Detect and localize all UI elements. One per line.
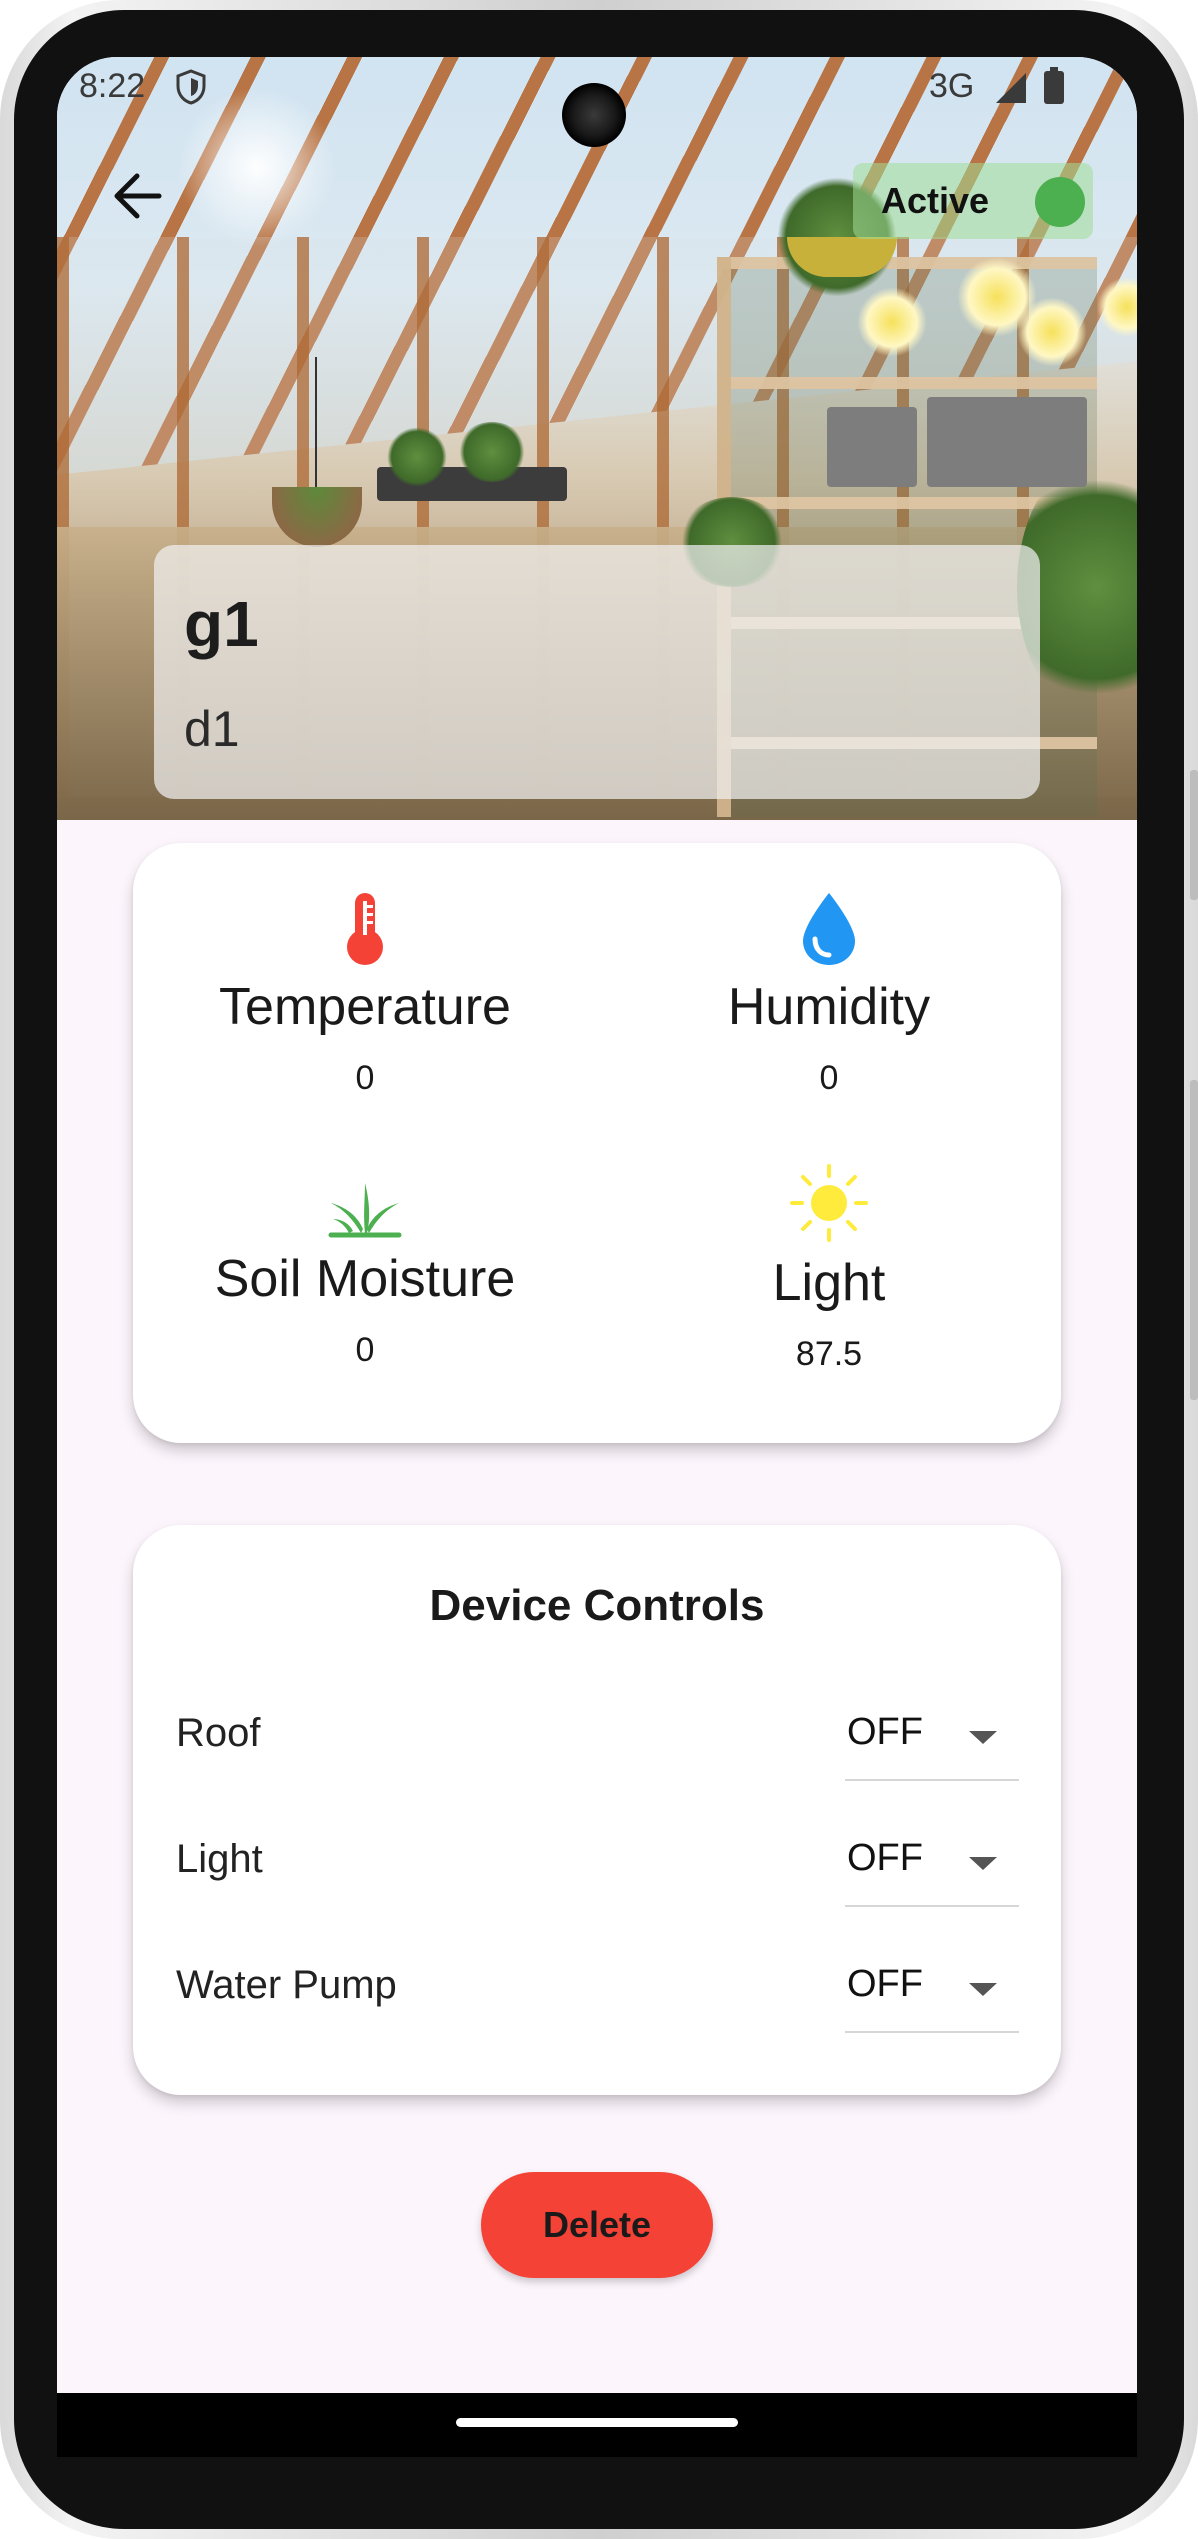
shield-icon	[175, 69, 207, 114]
device-name: d1	[184, 701, 240, 757]
volume-button	[1190, 770, 1198, 900]
front-camera	[562, 83, 626, 147]
sensor-readings-card: Temperature 0 Humidity 0 Soil Moisture 0	[133, 843, 1061, 1443]
network-type: 3G	[929, 67, 975, 105]
dropdown-arrow-icon	[969, 1731, 997, 1744]
control-label: Light	[176, 1837, 263, 1881]
sensor-value: 87.5	[795, 1335, 863, 1373]
sensor-label: Temperature	[219, 978, 511, 1036]
sensor-label: Humidity	[727, 978, 931, 1036]
water-pump-dropdown[interactable]: OFF	[845, 1945, 1019, 2033]
sensor-soil-moisture: Soil Moisture 0	[133, 1179, 597, 1370]
dropdown-value: OFF	[847, 1963, 923, 2005]
sensor-humidity: Humidity 0	[597, 891, 1061, 1098]
back-button[interactable]	[101, 160, 173, 232]
greenhouse-name: g1	[184, 588, 259, 660]
water-drop-icon	[803, 893, 855, 965]
title-overlay: g1 d1	[154, 545, 1040, 799]
device-controls-card: Device Controls Roof OFF Light OFF Water…	[133, 1525, 1061, 2095]
dropdown-value: OFF	[847, 1837, 923, 1879]
control-row-roof: Roof OFF	[133, 1693, 1061, 1783]
sun-icon	[790, 1164, 868, 1242]
sensor-temperature: Temperature 0	[133, 891, 597, 1098]
sensor-light: Light 87.5	[597, 1163, 1061, 1374]
light-dropdown[interactable]: OFF	[845, 1819, 1019, 1907]
controls-title: Device Controls	[429, 1581, 765, 1630]
sensor-value: 0	[355, 1059, 375, 1097]
control-label: Water Pump	[176, 1963, 397, 2007]
home-indicator[interactable]	[456, 2418, 738, 2427]
arrow-back-icon	[114, 173, 162, 219]
sensor-label: Light	[772, 1254, 886, 1312]
status-indicator-dot	[1035, 177, 1085, 227]
status-label: Active	[881, 180, 990, 221]
roof-dropdown[interactable]: OFF	[845, 1693, 1019, 1781]
dropdown-value: OFF	[847, 1711, 923, 1753]
grass-icon	[328, 1183, 402, 1238]
sensor-label: Soil Moisture	[214, 1250, 516, 1308]
dropdown-arrow-icon	[969, 1857, 997, 1870]
status-time: 8:22	[79, 67, 146, 105]
power-button	[1190, 1080, 1198, 1400]
delete-button[interactable]: Delete	[481, 2172, 713, 2278]
control-row-water-pump: Water Pump OFF	[133, 1945, 1061, 2035]
status-badge: Active	[853, 163, 1093, 239]
sensor-value: 0	[355, 1331, 375, 1369]
dropdown-arrow-icon	[969, 1983, 997, 1996]
signal-icon	[992, 71, 1028, 114]
app-screen: 8:22 3G Active g1 d1 Temperature 0 Humid…	[57, 57, 1137, 2393]
control-label: Roof	[176, 1711, 261, 1755]
thermometer-icon	[347, 893, 383, 965]
battery-icon	[1043, 67, 1065, 114]
control-row-light: Light OFF	[133, 1819, 1061, 1909]
sensor-value: 0	[819, 1059, 839, 1097]
